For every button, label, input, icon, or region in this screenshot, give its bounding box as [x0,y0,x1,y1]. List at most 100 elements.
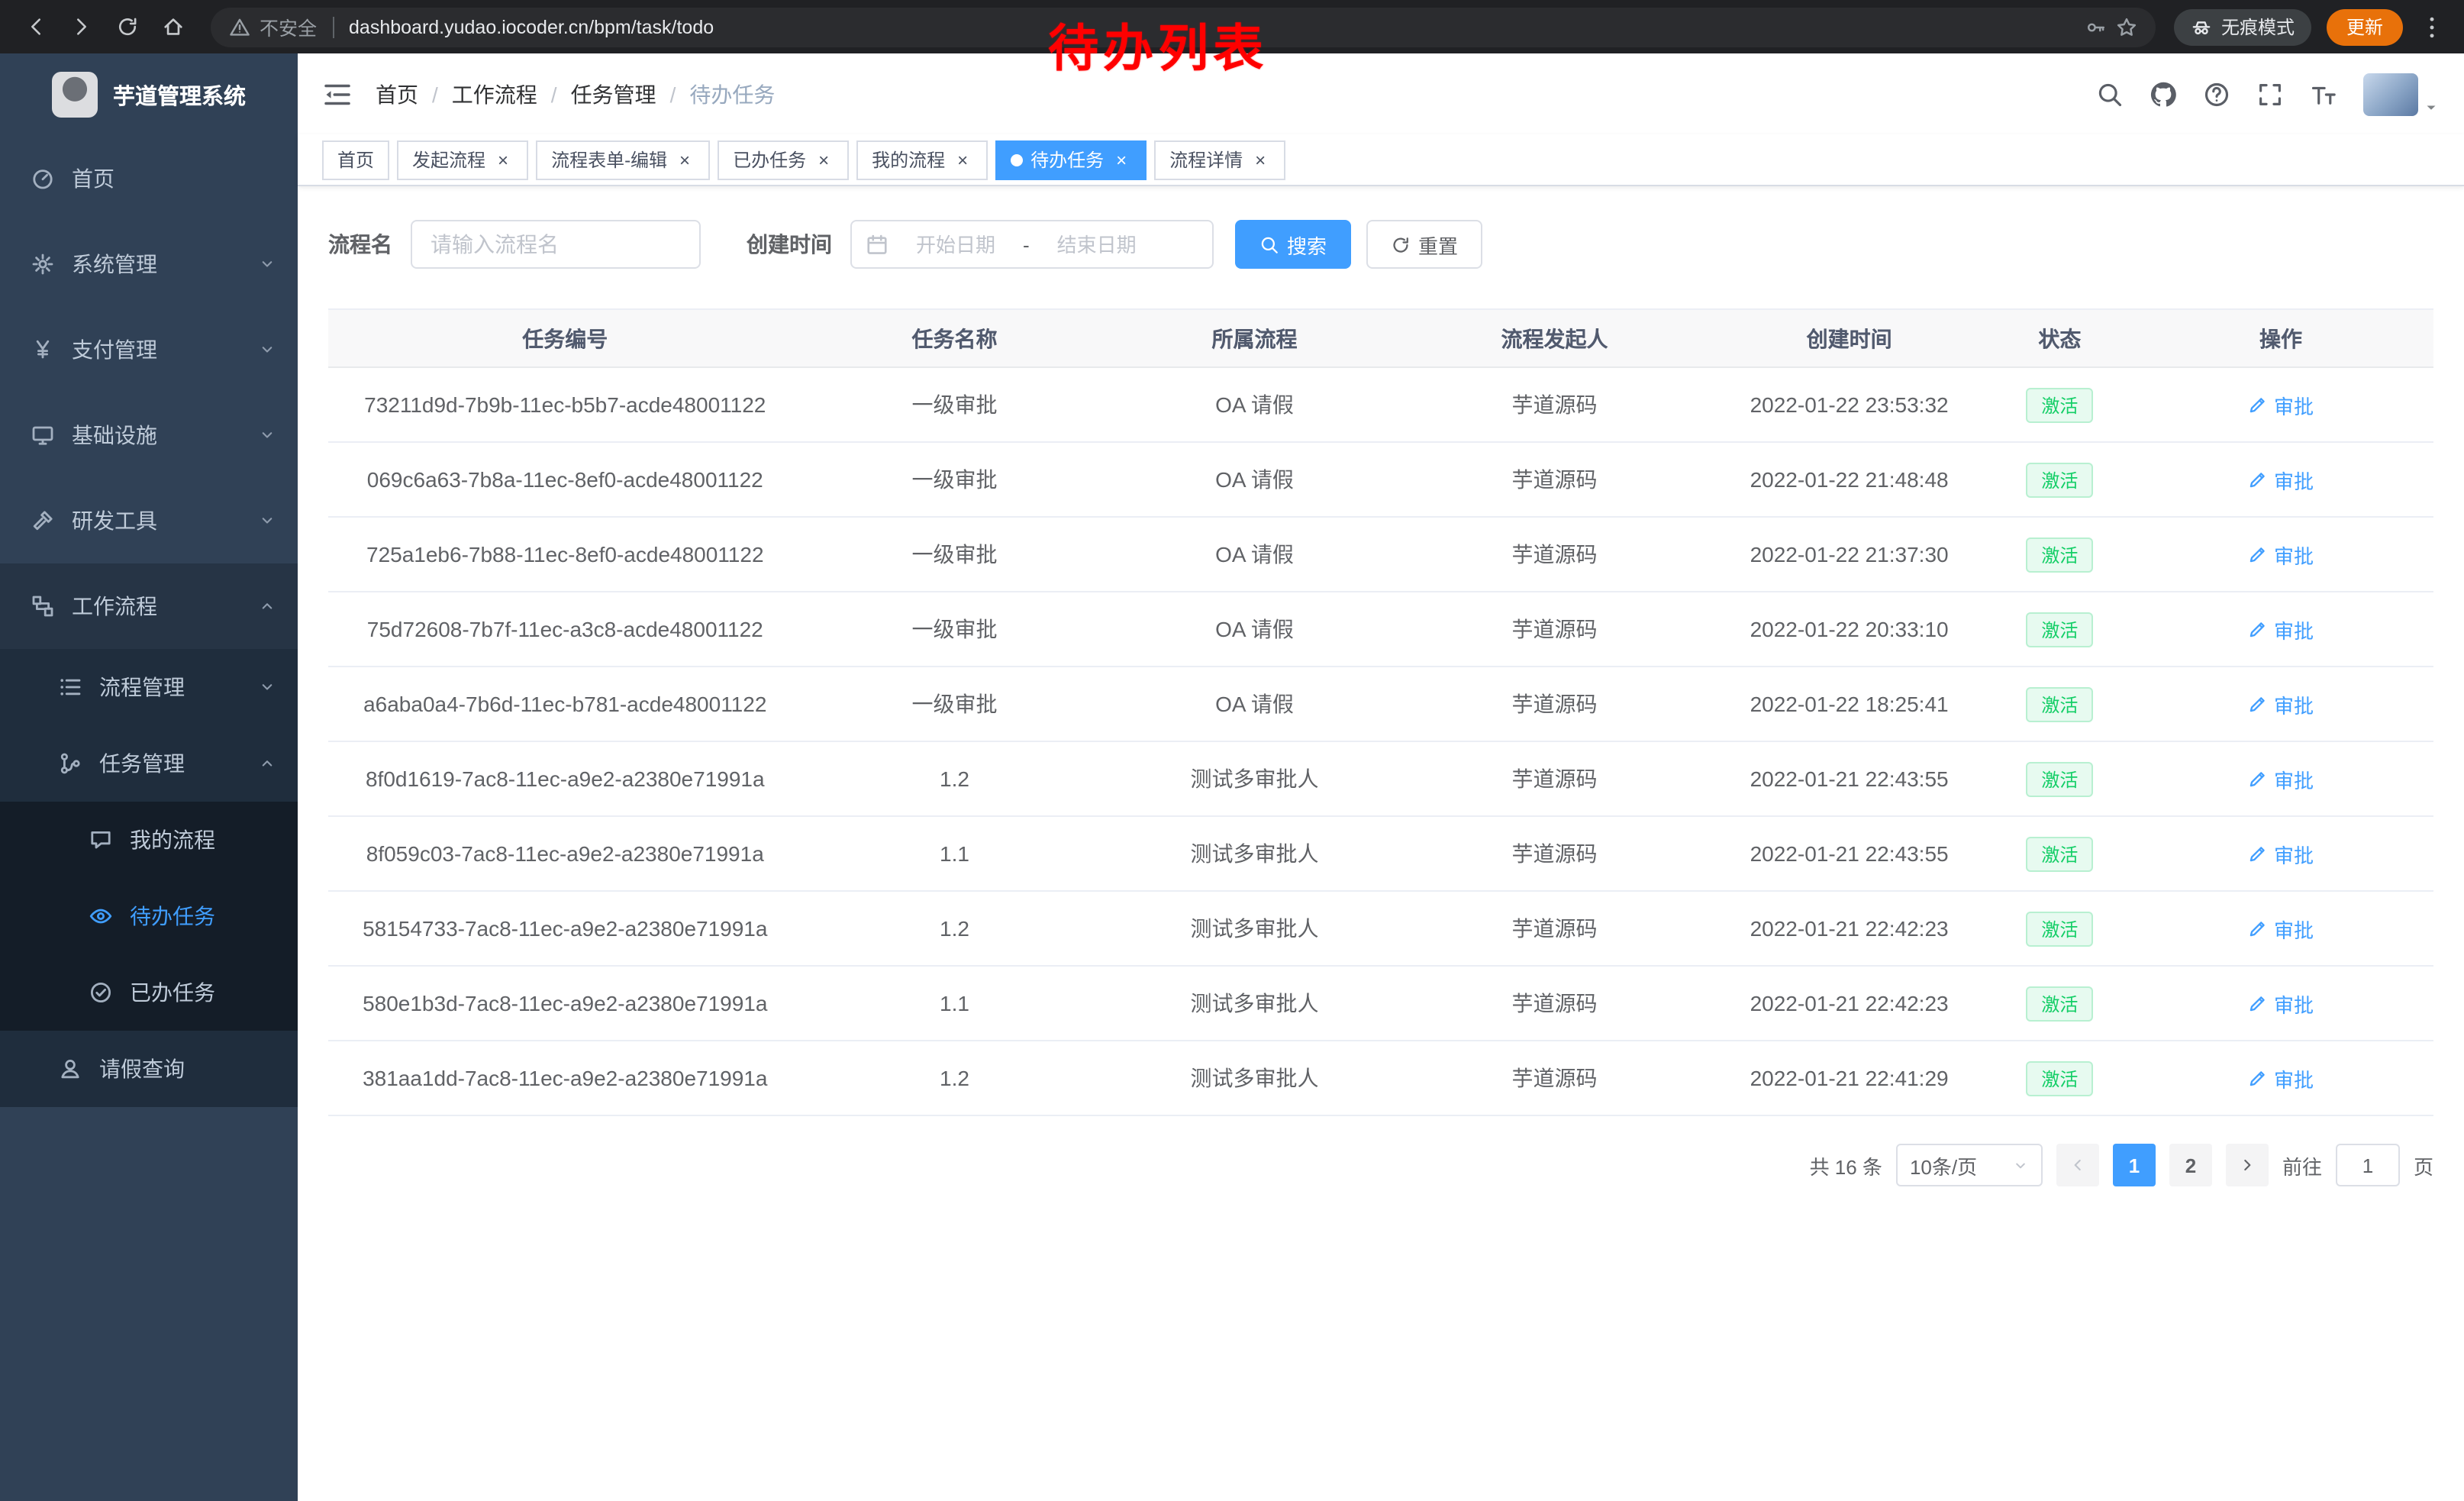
fullscreen-icon[interactable] [2256,80,2284,108]
approve-link-label: 审批 [2274,615,2314,644]
tab-done-task[interactable]: 已办任务× [718,140,849,179]
breadcrumb-item[interactable]: 任务管理 [571,79,656,109]
user-avatar[interactable] [2363,73,2440,115]
app-logo[interactable]: 芋道管理系统 [0,53,298,136]
approve-link[interactable]: 审批 [2248,764,2314,793]
end-date-input[interactable] [1036,233,1158,256]
approve-link[interactable]: 审批 [2248,465,2314,494]
sidebar-item-done-task[interactable]: 已办任务 [0,954,298,1031]
approve-link[interactable]: 审批 [2248,615,2314,644]
yen-icon [31,337,55,362]
chevron-down-icon [258,678,276,696]
cell-process: 测试多审批人 [1107,966,1401,1041]
close-tab-icon[interactable]: × [493,150,513,169]
tab-form-edit[interactable]: 流程表单-编辑× [536,140,710,179]
cell-process: 测试多审批人 [1107,816,1401,891]
kebab-menu-icon[interactable] [2418,13,2446,40]
pagination: 共 16 条 10条/页 12 前往 页 [328,1144,2433,1186]
sidebar-item-process-mgmt[interactable]: 流程管理 [0,649,298,725]
star-icon[interactable] [2116,16,2137,37]
chevron-up-icon [258,597,276,615]
cell-process: 测试多审批人 [1107,1041,1401,1115]
sidebar-item-system[interactable]: 系统管理 [0,221,298,307]
cell-status: 激活 [1992,592,2128,667]
approve-link[interactable]: 审批 [2248,390,2314,419]
sidebar-item-leave-query[interactable]: 请假查询 [0,1031,298,1107]
search-button[interactable]: 搜索 [1235,220,1351,269]
prev-page-button[interactable] [2056,1144,2099,1186]
approve-link[interactable]: 审批 [2248,914,2314,943]
navbar-actions [2096,73,2440,115]
cell-action: 审批 [2128,966,2433,1041]
status-badge: 激活 [2026,911,2093,946]
page-button-2[interactable]: 2 [2169,1144,2212,1186]
edit-icon [2248,470,2268,489]
search-icon[interactable] [2096,80,2124,108]
column-header: 创建时间 [1707,309,1991,367]
process-name-input[interactable] [411,220,701,269]
tab-process-detail[interactable]: 流程详情× [1154,140,1285,179]
breadcrumb-item[interactable]: 工作流程 [452,79,537,109]
sidebar-item-todo-task[interactable]: 待办任务 [0,878,298,954]
cell-process: OA 请假 [1107,592,1401,667]
key-icon[interactable] [2085,16,2107,37]
reset-button[interactable]: 重置 [1366,220,1482,269]
goto-page-input[interactable] [2336,1144,2400,1186]
close-tab-icon[interactable]: × [814,150,834,169]
incognito-icon [2191,16,2212,37]
approve-link[interactable]: 审批 [2248,1064,2314,1093]
create-time-range-picker[interactable]: - [850,220,1214,269]
sidebar-item-home[interactable]: 首页 [0,136,298,221]
home-button[interactable] [153,7,192,47]
approve-link[interactable]: 审批 [2248,540,2314,569]
approve-link[interactable]: 审批 [2248,689,2314,718]
tab-todo-task[interactable]: 待办任务 × [995,140,1147,179]
reload-button[interactable] [107,7,147,47]
cell-status: 激活 [1992,667,2128,741]
approve-link[interactable]: 审批 [2248,989,2314,1018]
cell-created-time: 2022-01-22 21:37:30 [1707,517,1991,592]
tab-label: 我的流程 [872,147,945,173]
sidebar-item-task-mgmt[interactable]: 任务管理 [0,725,298,802]
cell-action: 审批 [2128,667,2433,741]
hamburger-icon[interactable] [322,79,353,109]
column-header: 操作 [2128,309,2433,367]
update-button[interactable]: 更新 [2327,8,2403,45]
font-size-icon[interactable] [2310,80,2337,108]
cell-task-id: 73211d9d-7b9b-11ec-b5b7-acde48001122 [328,367,802,442]
sidebar-item-workflow[interactable]: 工作流程 [0,563,298,649]
tab-launch-process[interactable]: 发起流程× [397,140,528,179]
start-date-input[interactable] [895,233,1017,256]
forward-button[interactable] [61,7,101,47]
table-body: 73211d9d-7b9b-11ec-b5b7-acde48001122一级审批… [328,367,2433,1115]
cell-status: 激活 [1992,517,2128,592]
tab-home[interactable]: 首页 [322,140,389,179]
github-icon[interactable] [2150,80,2177,108]
page-button-1[interactable]: 1 [2113,1144,2156,1186]
next-page-button[interactable] [2226,1144,2269,1186]
table-row: 381aa1dd-7ac8-11ec-a9e2-a2380e71991a1.2测… [328,1041,2433,1115]
close-tab-icon[interactable]: × [1250,150,1270,169]
calendar-icon [866,233,889,256]
sidebar-item-my-process[interactable]: 我的流程 [0,802,298,878]
main-area: 首页/工作流程/任务管理/待办任务 首页发起流程×流程表单-编辑×已办任务×我的… [298,53,2464,1501]
sidebar-item-payment[interactable]: 支付管理 [0,307,298,392]
tab-label: 待办任务 [1030,147,1104,173]
help-icon[interactable] [2203,80,2230,108]
tab-my-process[interactable]: 我的流程 × [856,140,988,179]
page-number-list: 12 [2113,1144,2212,1186]
pagination-total: 共 16 条 [1810,1151,1882,1180]
sidebar-item-infrastructure[interactable]: 基础设施 [0,392,298,478]
sidebar-item-dev-tools[interactable]: 研发工具 [0,478,298,563]
cell-initiator: 芋道源码 [1402,1041,1708,1115]
cell-status: 激活 [1992,966,2128,1041]
breadcrumb-item[interactable]: 首页 [376,79,418,109]
todo-task-table: 任务编号任务名称所属流程流程发起人创建时间状态操作 73211d9d-7b9b-… [328,308,2433,1116]
back-button[interactable] [15,7,55,47]
edit-icon [2248,918,2268,938]
page-size-select[interactable]: 10条/页 [1896,1144,2043,1186]
close-tab-icon[interactable]: × [953,150,972,169]
approve-link[interactable]: 审批 [2248,839,2314,868]
close-tab-icon[interactable]: × [1111,150,1131,169]
close-tab-icon[interactable]: × [675,150,695,169]
